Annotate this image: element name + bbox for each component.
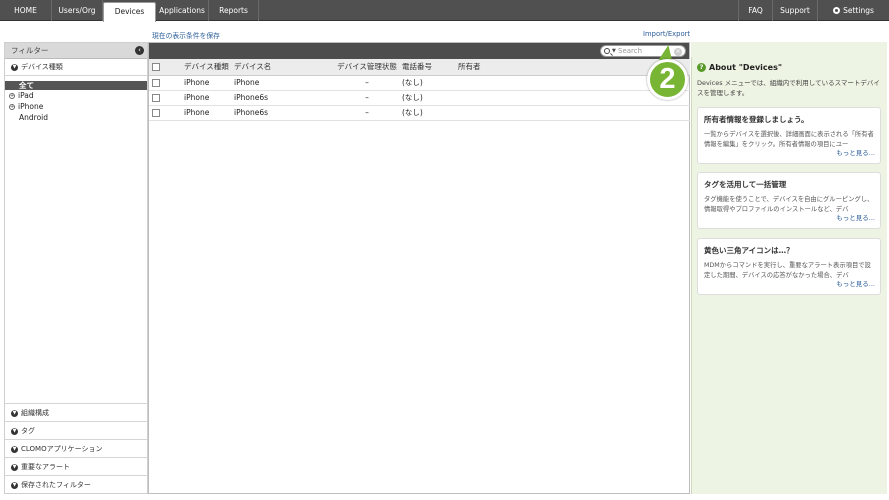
chevron-down-icon: ▼ bbox=[11, 446, 18, 453]
chevron-down-icon: ▼ bbox=[11, 464, 18, 471]
about-panel: ? About "Devices" Devices メニューでは、組織内で利用して… bbox=[691, 57, 887, 494]
chevron-down-icon: ▼ bbox=[11, 64, 18, 71]
expand-icon[interactable]: + bbox=[9, 93, 15, 99]
cell-device-name[interactable]: iPhone bbox=[234, 75, 332, 91]
cell-phone: (なし) bbox=[402, 75, 458, 91]
read-more-link[interactable]: もっと見る... bbox=[836, 147, 875, 157]
tip-card-owner: 所有者情報を登録しましょう。 一覧からデバイスを選択後、詳細画面に表示される「所… bbox=[697, 107, 881, 164]
filter-item-label: iPhone bbox=[18, 102, 44, 111]
card-title: タグを活用して一括管理 bbox=[704, 180, 787, 189]
section-label: CLOMOアプリケーション bbox=[21, 445, 103, 453]
tab-reports[interactable]: Reports bbox=[209, 0, 259, 21]
filter-title: フィルター bbox=[11, 46, 49, 55]
section-label: 組織構成 bbox=[21, 409, 49, 417]
list-toolbar: ▼ Search × bbox=[149, 43, 689, 59]
tab-applications[interactable]: Applications bbox=[156, 0, 209, 21]
section-label: 重要なアラート bbox=[21, 463, 70, 471]
tip-card-warning: 黄色い三角アイコンは…？ MDMからコマンドを実行し、重要なアラート表示項目で設… bbox=[697, 238, 881, 295]
cell-device-name[interactable]: iPhone6s bbox=[234, 105, 332, 121]
filter-item-label: Android bbox=[19, 113, 48, 122]
filter-panel: フィルター ‹ ▼ デバイス種類 全て + iPad + iPhone Android… bbox=[4, 42, 148, 494]
table-row[interactable]: iPhone iPhone6s – (なし) bbox=[149, 105, 690, 121]
chevron-down-icon: ▼ bbox=[11, 428, 18, 435]
row-checkbox[interactable] bbox=[152, 79, 160, 87]
filter-header: フィルター ‹ bbox=[5, 43, 147, 59]
about-panel-top bbox=[691, 42, 887, 57]
row-checkbox[interactable] bbox=[152, 94, 160, 102]
cell-device-type: iPhone bbox=[184, 105, 234, 121]
filter-item-ipad[interactable]: + iPad bbox=[5, 90, 147, 101]
card-title: 所有者情報を登録しましょう。 bbox=[704, 115, 809, 124]
cell-device-type: iPhone bbox=[184, 90, 234, 106]
table-row[interactable]: iPhone iPhone6s – (なし) bbox=[149, 90, 690, 106]
column-header-management[interactable]: デバイス管理状態 bbox=[332, 59, 402, 76]
device-table: デバイス種類 デバイス名 デバイス管理状態 電話番号 所有者 iPhone iP… bbox=[149, 59, 690, 121]
filter-bottom-sections: ▼ 組織構成 ▼ タグ ▼ CLOMOアプリケーション ▼ 重要なアラート ▼ 保存された… bbox=[5, 403, 147, 493]
select-all-cell bbox=[149, 59, 184, 76]
filter-section-org[interactable]: ▼ 組織構成 bbox=[5, 403, 147, 421]
clear-icon[interactable]: × bbox=[674, 47, 682, 56]
settings-link[interactable]: Settings bbox=[817, 0, 889, 21]
read-more-link[interactable]: もっと見る... bbox=[836, 212, 875, 222]
filter-item-iphone[interactable]: + iPhone bbox=[5, 101, 147, 112]
collapse-icon[interactable]: ‹ bbox=[135, 46, 144, 55]
row-select-cell bbox=[149, 105, 184, 121]
faq-link[interactable]: FAQ bbox=[738, 0, 772, 21]
settings-label: Settings bbox=[843, 6, 874, 15]
filter-item-all[interactable]: 全て bbox=[5, 81, 147, 90]
cell-owner bbox=[458, 105, 690, 121]
cell-management: – bbox=[332, 90, 402, 106]
filter-section-saved[interactable]: ▼ 保存されたフィルター bbox=[5, 475, 147, 493]
cell-phone: (なし) bbox=[402, 105, 458, 121]
about-title-text: About "Devices" bbox=[709, 63, 783, 72]
column-header-device-name[interactable]: デバイス名 bbox=[234, 59, 332, 76]
select-all-checkbox[interactable] bbox=[152, 63, 160, 72]
filter-item-label: iPad bbox=[18, 91, 34, 100]
tab-home[interactable]: HOME bbox=[0, 0, 52, 21]
help-icon: ? bbox=[697, 63, 706, 72]
chevron-down-icon: ▼ bbox=[11, 410, 18, 417]
row-select-cell bbox=[149, 75, 184, 91]
row-select-cell bbox=[149, 90, 184, 106]
device-type-label: デバイス種類 bbox=[21, 63, 63, 71]
save-filter-link[interactable]: 現在の表示条件を保存 bbox=[152, 30, 220, 40]
cell-management: – bbox=[332, 105, 402, 121]
filter-section-clomo-apps[interactable]: ▼ CLOMOアプリケーション bbox=[5, 439, 147, 457]
chevron-down-icon[interactable]: ▼ bbox=[612, 46, 616, 57]
import-export-link[interactable]: Import/Export bbox=[643, 30, 690, 38]
cell-management: – bbox=[332, 75, 402, 91]
filter-section-alerts[interactable]: ▼ 重要なアラート bbox=[5, 457, 147, 475]
filter-section-device-type[interactable]: ▼ デバイス種類 bbox=[5, 59, 147, 76]
step-number-badge: 2 bbox=[647, 59, 688, 100]
tab-users-org[interactable]: Users/Org bbox=[52, 0, 103, 21]
section-label: 保存されたフィルター bbox=[21, 481, 91, 489]
table-row[interactable]: iPhone iPhone – (なし) bbox=[149, 75, 690, 91]
tab-devices[interactable]: Devices bbox=[103, 2, 156, 22]
search-icon bbox=[604, 48, 610, 54]
about-description: Devices メニューでは、組織内で利用しているスマートデバイスを管理します。 bbox=[697, 79, 880, 97]
tip-card-tag: タグを活用して一括管理 タグ機能を使うことで、デバイスを自由にグルーピングし、情… bbox=[697, 172, 881, 229]
filter-section-tag[interactable]: ▼ タグ bbox=[5, 421, 147, 439]
gear-icon bbox=[833, 7, 841, 14]
section-label: タグ bbox=[21, 427, 35, 435]
card-title: 黄色い三角アイコンは…？ bbox=[704, 246, 794, 255]
about-title: ? About "Devices" bbox=[697, 63, 782, 73]
expand-icon[interactable]: + bbox=[9, 104, 15, 110]
search-placeholder: Search bbox=[618, 47, 643, 55]
cell-phone: (なし) bbox=[402, 90, 458, 106]
device-list-panel: ▼ Search × デバイス種類 デバイス名 デバイス管理状態 電話番号 所有… bbox=[148, 42, 690, 494]
filter-item-android[interactable]: Android bbox=[5, 112, 147, 123]
support-link[interactable]: Support bbox=[772, 0, 817, 21]
table-header-row: デバイス種類 デバイス名 デバイス管理状態 電話番号 所有者 bbox=[149, 59, 690, 76]
read-more-link[interactable]: もっと見る... bbox=[836, 278, 875, 288]
column-header-phone[interactable]: 電話番号 bbox=[402, 59, 458, 76]
column-header-device-type[interactable]: デバイス種類 bbox=[184, 59, 234, 76]
row-checkbox[interactable] bbox=[152, 109, 160, 117]
cell-device-name[interactable]: iPhone6s bbox=[234, 90, 332, 106]
chevron-down-icon: ▼ bbox=[11, 482, 18, 489]
top-nav: HOME Users/Org Devices Applications Repo… bbox=[0, 0, 889, 22]
cell-device-type: iPhone bbox=[184, 75, 234, 91]
